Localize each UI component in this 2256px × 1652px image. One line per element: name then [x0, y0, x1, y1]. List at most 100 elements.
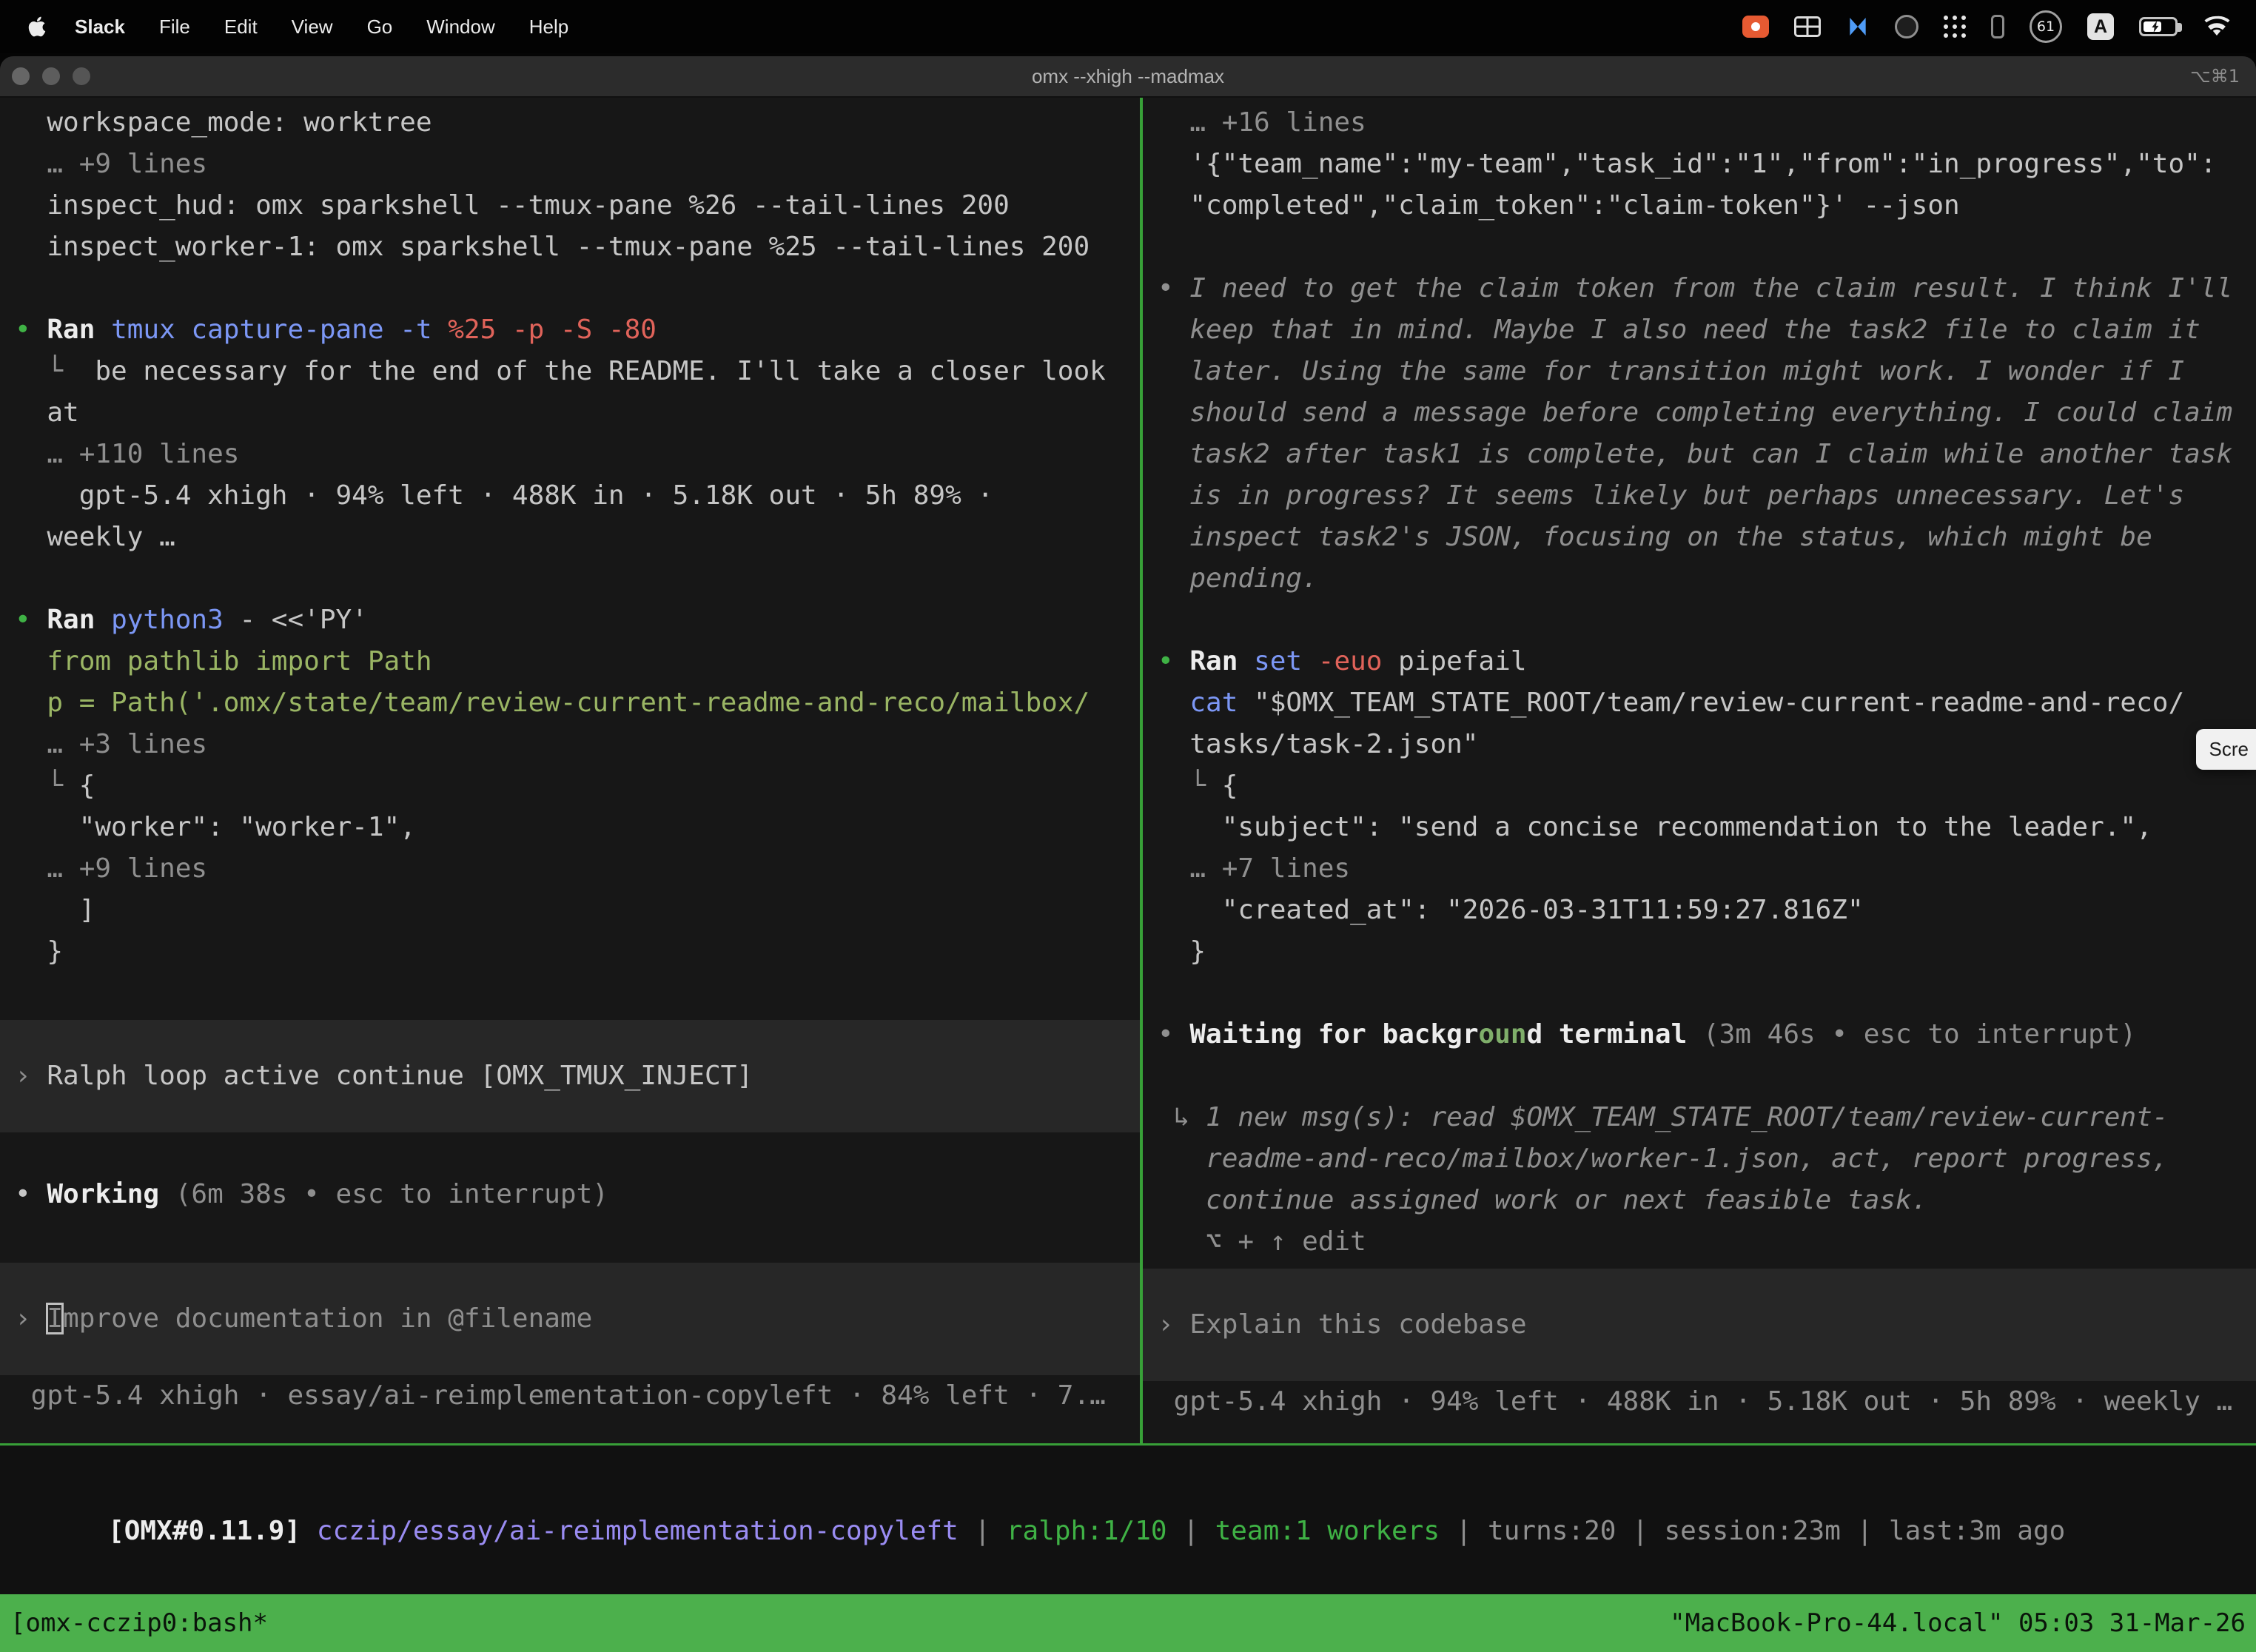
terminal-pane-right[interactable]: … +16 lines '{"team_name":"my-team","tas… [1143, 98, 2256, 1443]
menu-go[interactable]: Go [350, 0, 410, 53]
terminal-line: cat "$OMX_TEAM_STATE_ROOT/team/review-cu… [1158, 682, 2256, 724]
text-segment: • [15, 605, 47, 635]
phone-icon[interactable] [1991, 15, 2004, 38]
minimize-button[interactable] [42, 67, 60, 85]
text-segment: Explain this codebase [1189, 1309, 1526, 1340]
terminal-pane-left[interactable]: workspace_mode: worktree … +9 lines insp… [0, 98, 1140, 1443]
terminal-line: tasks/task-2.json" [1158, 724, 2256, 765]
terminal-line [15, 1132, 1140, 1174]
ran-tmux-capture: • Ran tmux capture-pane -t %25 -p -S -80 [15, 309, 1140, 351]
window-controls [0, 67, 90, 85]
omx-project: cczip/essay/ai-reimplementation-copyleft [317, 1516, 959, 1546]
menu-file[interactable]: File [142, 0, 207, 53]
terminal-line: } [15, 931, 1140, 973]
terminal-window: omx --xhigh --madmax ⌥⌘1 workspace_mode:… [0, 56, 2256, 1652]
text-segment: { [1222, 770, 1238, 801]
omx-ralph-counter: ralph:1/10 [1007, 1516, 1167, 1546]
prompt-input[interactable]: › Improve documentation in @filename [0, 1263, 1140, 1375]
text-segment: … +110 lines [15, 439, 239, 469]
terminal-line: readme-and-reco/mailbox/worker-1.json, a… [1158, 1138, 2256, 1180]
terminal-line: inspect task2's JSON, focusing on the st… [1158, 517, 2256, 558]
window-title-bar[interactable]: omx --xhigh --madmax ⌥⌘1 [0, 56, 2256, 98]
terminal-line [15, 268, 1140, 309]
terminal-line [15, 973, 1140, 1014]
terminal-line: ] [15, 890, 1140, 931]
text-segment: inspect task2's JSON, focusing on the st… [1158, 522, 2152, 552]
terminal-line [1158, 226, 2256, 268]
terminal-line: from pathlib import Path [15, 641, 1140, 682]
terminal-line [1158, 600, 2256, 641]
dots-grid-icon[interactable] [1944, 16, 1966, 38]
terminal-line: … +110 lines [15, 434, 1140, 475]
text-segment: "created_at": "2026-03-31T11:59:27.816Z" [1158, 895, 1864, 925]
text-segment: Ran [1189, 646, 1254, 676]
screen-recording-indicator-icon[interactable] [1742, 16, 1769, 38]
menu-view[interactable]: View [275, 0, 350, 53]
menu-app-name[interactable]: Slack [58, 0, 142, 53]
text-segment: • [1158, 646, 1189, 676]
input-source-icon[interactable]: A [2087, 13, 2114, 40]
text-segment: I need to get the claim token from the c… [1189, 273, 2232, 303]
text-segment: … +16 lines [1158, 107, 1366, 138]
screen-tooltip: Scre [2196, 729, 2256, 770]
terminal-line: at [15, 392, 1140, 434]
apple-menu[interactable] [16, 16, 58, 37]
apple-icon [27, 16, 47, 37]
app-icon-blue[interactable] [1846, 15, 1870, 38]
menu-help[interactable]: Help [512, 0, 585, 53]
display-grid-icon[interactable] [1794, 16, 1821, 37]
wifi-icon[interactable] [2203, 16, 2231, 38]
charging-bolt-icon [2152, 21, 2161, 33]
text-segment: › [15, 1303, 47, 1334]
working-status: • Working (6m 38s • esc to interrupt) [15, 1174, 1140, 1215]
menu-window[interactable]: Window [409, 0, 511, 53]
app-icon-dark-circle[interactable] [1895, 15, 1918, 38]
macos-menu-bar: Slack File Edit View Go Window Help 61 A [0, 0, 2256, 53]
text-segment: Working [47, 1179, 159, 1209]
terminal-line: inspect_worker-1: omx sparkshell --tmux-… [15, 226, 1140, 268]
terminal-line: workspace_mode: worktree [15, 102, 1140, 144]
omx-status-line: [OMX#0.11.9] cczip/essay/ai-reimplementa… [12, 1469, 2065, 1594]
battery-percentage-badge[interactable]: 61 [2030, 10, 2062, 43]
text-segment: - <<'PY' [239, 605, 367, 635]
zoom-button[interactable] [73, 67, 90, 85]
menu-edit[interactable]: Edit [207, 0, 275, 53]
text-segment: pending. [1158, 563, 1318, 594]
terminal-line: … +16 lines [1158, 102, 2256, 144]
text-segment: … +7 lines [1158, 853, 1350, 884]
text-segment: gpt-5.4 xhigh · essay/ai-reimplementatio… [15, 1380, 1106, 1411]
text-segment: tasks/task-2.json" [1158, 729, 1478, 759]
text-segment: … +9 lines [15, 149, 207, 179]
text-segment: ↳ [1158, 1102, 1206, 1132]
text-segment: (3m 46s • esc to interrupt) [1703, 1019, 2136, 1050]
terminal-line: … +9 lines [15, 144, 1140, 185]
terminal-line: └ be necessary for the end of the README… [15, 351, 1140, 392]
terminal-line: weekly … [15, 517, 1140, 558]
text-segment: readme-and-reco/mailbox/worker-1.json, a… [1158, 1144, 2168, 1174]
close-button[interactable] [12, 67, 30, 85]
battery-icon[interactable] [2139, 17, 2178, 36]
text-segment: { [79, 770, 95, 801]
terminal-line: is in progress? It seems likely but perh… [1158, 475, 2256, 517]
text-segment: › [1158, 1309, 1189, 1340]
omx-version: [OMX#0.11.9] [108, 1516, 317, 1546]
ralph-loop-banner[interactable]: › Ralph loop active continue [OMX_TMUX_I… [0, 1020, 1140, 1132]
text-segment: -euo [1318, 646, 1398, 676]
terminal-line: "subject": "send a concise recommendatio… [1158, 807, 2256, 848]
text-segment: pipefail [1398, 646, 1526, 676]
terminal-line: … +3 lines [15, 724, 1140, 765]
text-segment: Ran [47, 315, 111, 345]
mailbox-notification: ↳ 1 new msg(s): read $OMX_TEAM_STATE_ROO… [1158, 1097, 2256, 1138]
thinking-text: • I need to get the claim token from the… [1158, 268, 2256, 309]
text-segment: from pathlib import Path [15, 646, 432, 676]
text-segment: oun [1479, 1019, 1527, 1050]
text-segment: p = Path('.omx/state/team/review-current… [15, 688, 1090, 718]
text-segment: Ralph loop active continue [OMX_TMUX_INJ… [47, 1061, 753, 1091]
text-segment: … +3 lines [15, 729, 207, 759]
text-segment: • [1158, 1019, 1189, 1050]
prompt-suggestion[interactable]: › Explain this codebase [1143, 1269, 2256, 1381]
terminal-line: "created_at": "2026-03-31T11:59:27.816Z" [1158, 890, 2256, 931]
terminal-line: gpt-5.4 xhigh · 94% left · 488K in · 5.1… [15, 475, 1140, 517]
text-segment: ⌥ + ↑ edit [1158, 1226, 1366, 1257]
text-segment: └ [15, 770, 79, 801]
